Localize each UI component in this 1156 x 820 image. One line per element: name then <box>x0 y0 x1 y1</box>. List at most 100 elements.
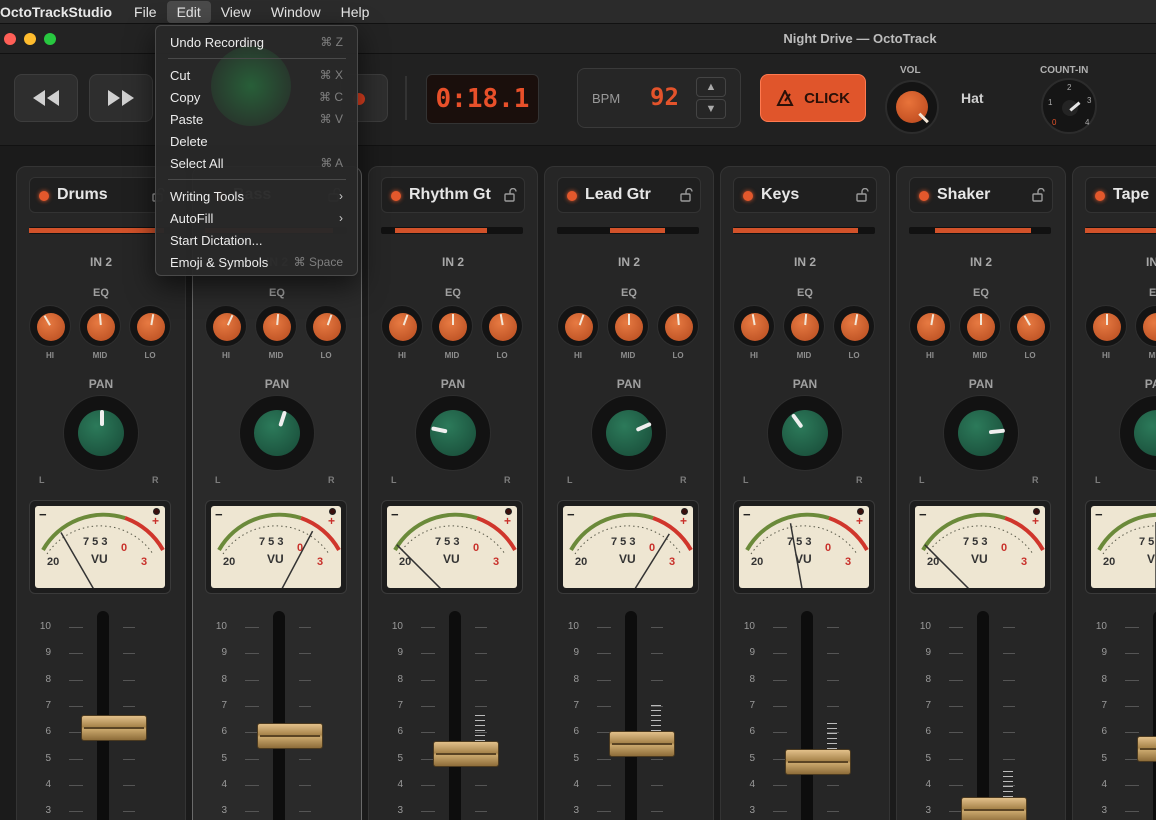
fader-tick <box>1003 627 1015 628</box>
channel-name-box[interactable]: Lead Gtr <box>557 177 701 213</box>
fader-cap[interactable] <box>81 715 147 742</box>
eq-mid-knob[interactable] <box>79 305 121 347</box>
record-arm-led[interactable] <box>391 191 401 201</box>
fader-cap[interactable] <box>433 741 499 768</box>
record-arm-led[interactable] <box>1095 191 1105 201</box>
menu-view[interactable]: View <box>211 1 261 23</box>
channel-name-box[interactable]: Keys <box>733 177 877 213</box>
fader-cap[interactable] <box>609 730 675 757</box>
eq-lo-knob[interactable] <box>1009 305 1051 347</box>
eq-hi-knob[interactable] <box>381 305 423 347</box>
fader-tick <box>123 679 135 681</box>
click-button[interactable]: CLICK <box>760 74 866 122</box>
pan-knob[interactable] <box>239 395 315 471</box>
menu-item-undo[interactable]: Undo Recording ⌘ Z <box>161 31 352 53</box>
input-label[interactable]: IN 2 <box>545 255 713 269</box>
pan-knob[interactable] <box>767 395 843 471</box>
fader-cap[interactable] <box>785 749 851 776</box>
input-label[interactable]: IN 2 <box>369 255 537 269</box>
eq-hi-knob[interactable] <box>1085 305 1127 347</box>
fader-cap[interactable] <box>1137 736 1156 763</box>
record-arm-led[interactable] <box>919 191 929 201</box>
rewind-button[interactable] <box>14 74 78 122</box>
fader-cap[interactable] <box>257 723 323 750</box>
close-window-button[interactable] <box>4 33 16 45</box>
bpm-value[interactable]: 92 <box>650 83 679 111</box>
eq-mid-knob[interactable] <box>431 305 473 347</box>
menu-item-delete[interactable]: Delete <box>161 130 352 152</box>
app-name[interactable]: OctoTrackStudio <box>0 4 124 20</box>
fader-tick <box>1003 679 1015 681</box>
fader-tick <box>123 705 135 707</box>
menu-item-writing-tools[interactable]: Writing Tools › <box>161 185 352 207</box>
pan-knob[interactable] <box>591 395 667 471</box>
eq-mid-knob[interactable] <box>783 305 825 347</box>
input-label[interactable]: IN 2 <box>721 255 889 269</box>
channel-name-box[interactable]: Tape <box>1085 177 1156 213</box>
fader-level-segment <box>1003 770 1013 772</box>
eq-hi-knob[interactable] <box>205 305 247 347</box>
eq-lo-knob[interactable] <box>481 305 523 347</box>
channel-name: Drums <box>57 186 108 203</box>
count-in-knob[interactable]: 0 1 2 3 4 <box>1041 78 1097 134</box>
fader-tick <box>827 784 839 786</box>
eq-lo-knob[interactable] <box>129 305 171 347</box>
record-arm-led[interactable] <box>567 191 577 201</box>
record-arm-led[interactable] <box>743 191 753 201</box>
lock-icon[interactable] <box>856 188 870 202</box>
fader-track[interactable] <box>273 611 285 820</box>
eq-mid-knob[interactable] <box>959 305 1001 347</box>
lock-icon[interactable] <box>1032 188 1046 202</box>
eq-hi-knob[interactable] <box>557 305 599 347</box>
eq-hi-knob[interactable] <box>909 305 951 347</box>
input-label[interactable]: IN 2 <box>897 255 1065 269</box>
zoom-window-button[interactable] <box>44 33 56 45</box>
channel-name-box[interactable]: Rhythm Gt <box>381 177 525 213</box>
menu-item-emoji-symbols[interactable]: Emoji & Symbols ⌘ Space <box>161 251 352 273</box>
fader-track[interactable] <box>977 611 989 820</box>
fader-tick <box>421 705 435 707</box>
lock-icon[interactable] <box>680 188 694 202</box>
eq-mid-knob[interactable] <box>607 305 649 347</box>
eq-lo-knob[interactable] <box>657 305 699 347</box>
fader-track[interactable] <box>625 611 637 820</box>
pan-knob[interactable] <box>943 395 1019 471</box>
fader-level-segment <box>1003 790 1013 792</box>
pan-knob[interactable] <box>63 395 139 471</box>
menu-file[interactable]: File <box>124 1 167 23</box>
menu-item-start-dictation[interactable]: Start Dictation... <box>161 229 352 251</box>
volume-knob[interactable] <box>885 80 939 134</box>
channel-name-box[interactable]: Drums <box>29 177 173 213</box>
menu-item-copy[interactable]: Copy ⌘ C <box>161 86 352 108</box>
fader-track[interactable] <box>801 611 813 820</box>
menu-help[interactable]: Help <box>331 1 380 23</box>
fader-cap[interactable] <box>961 796 1027 820</box>
menu-window[interactable]: Window <box>261 1 331 23</box>
record-arm-led[interactable] <box>39 191 49 201</box>
eq-mid-knob[interactable] <box>1135 305 1156 347</box>
eq-hi-knob[interactable] <box>733 305 775 347</box>
eq-mid-knob[interactable] <box>255 305 297 347</box>
menu-item-select-all[interactable]: Select All ⌘ A <box>161 152 352 174</box>
channel-name: Rhythm Gt <box>409 186 491 203</box>
fader-tick <box>1125 705 1139 707</box>
eq-lo-knob[interactable] <box>305 305 347 347</box>
channel-name: Lead Gtr <box>585 186 651 203</box>
bpm-down-button[interactable]: ▼ <box>696 99 726 119</box>
minimize-window-button[interactable] <box>24 33 36 45</box>
menu-edit[interactable]: Edit <box>166 0 211 23</box>
pan-knob[interactable] <box>415 395 491 471</box>
menu-item-paste[interactable]: Paste ⌘ V <box>161 108 352 130</box>
menu-item-autofill[interactable]: AutoFill › <box>161 207 352 229</box>
fader-track[interactable] <box>449 611 461 820</box>
fast-forward-button[interactable] <box>89 74 153 122</box>
menu-item-cut[interactable]: Cut ⌘ X <box>161 64 352 86</box>
lock-icon[interactable] <box>504 188 518 202</box>
pan-knob[interactable] <box>1119 395 1156 471</box>
eq-hi-knob[interactable] <box>29 305 71 347</box>
input-label[interactable]: IN 2 <box>1073 255 1156 269</box>
bpm-up-button[interactable]: ▲ <box>696 77 726 97</box>
channel-name-box[interactable]: Shaker <box>909 177 1053 213</box>
eq-lo-knob[interactable] <box>833 305 875 347</box>
eq-lo-label: LO <box>672 351 684 360</box>
